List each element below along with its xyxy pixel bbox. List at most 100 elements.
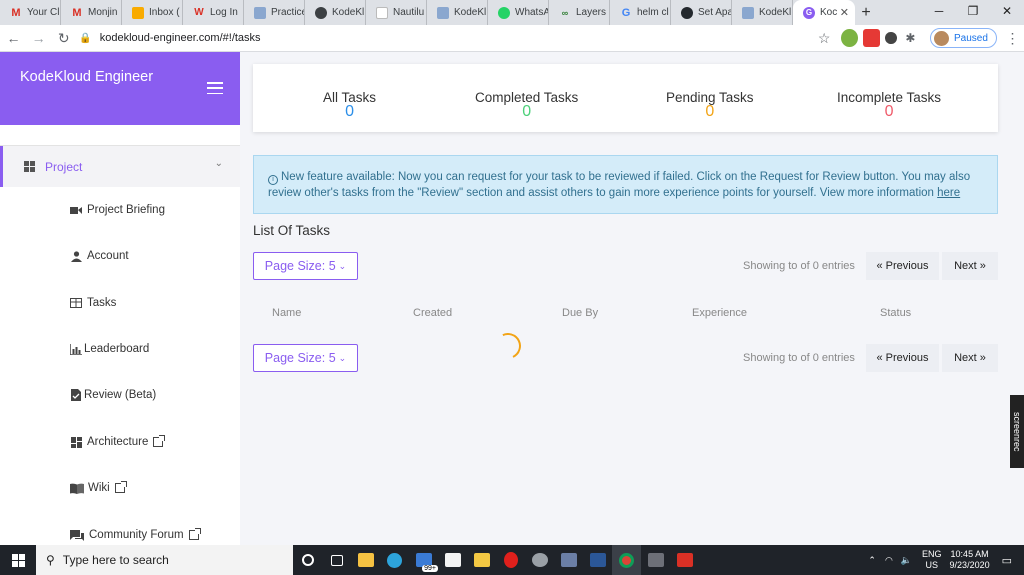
search-placeholder: Type here to search — [62, 553, 169, 567]
column-header-name[interactable]: Name — [272, 307, 301, 319]
external-link-icon — [188, 528, 201, 540]
stat-pending-tasks: Pending Tasks 0 — [666, 90, 754, 121]
new-tab-button[interactable]: + — [855, 0, 877, 25]
sidebar-item-project-briefing[interactable]: Project Briefing — [70, 204, 165, 216]
sidebar-item-leaderboard[interactable]: Leaderboard — [70, 343, 149, 355]
browser-tab[interactable]: WhatsA — [488, 0, 549, 25]
sidebar-item-project[interactable]: Project ⌄ — [0, 146, 240, 187]
browser-tab[interactable]: Set Apa — [671, 0, 732, 25]
app-icon[interactable] — [525, 545, 554, 575]
tab-label: helm cl — [637, 7, 669, 18]
extension-icon[interactable] — [863, 29, 881, 47]
browser-tab[interactable]: Nautilu — [366, 0, 427, 25]
browser-tab[interactable]: M Monjin — [61, 0, 122, 25]
column-header-created[interactable]: Created — [413, 307, 452, 319]
google-icon: G — [621, 6, 631, 19]
extension-icon[interactable] — [840, 29, 859, 47]
minimize-icon[interactable]: ─ — [922, 0, 956, 22]
sidebar-item-account[interactable]: Account — [70, 250, 129, 262]
sidebar-item-wiki[interactable]: Wiki — [70, 481, 127, 494]
windows-start-icon[interactable] — [0, 545, 36, 575]
browser-tab[interactable]: Practice — [244, 0, 305, 25]
brand-title[interactable]: KodeKloud Engineer — [20, 69, 153, 85]
close-window-icon[interactable]: ✕ — [990, 0, 1024, 22]
sidebar-item-label: Project — [45, 159, 83, 174]
pdf-reader-icon[interactable] — [670, 545, 699, 575]
address-bar[interactable]: 🔒 kodekloud-engineer.com/#!/tasks — [79, 27, 810, 49]
taskbar-search[interactable]: ⚲ Type here to search — [36, 545, 293, 575]
windows-taskbar: ⚲ Type here to search 99+ ⌃ ◠ 🔈 ENG US 10… — [0, 545, 1024, 575]
reload-icon[interactable]: ↻ — [52, 26, 75, 50]
browser-tab-active[interactable]: G Koc ✕ — [793, 0, 855, 25]
restore-icon[interactable]: ❐ — [956, 0, 990, 22]
opera-icon[interactable] — [496, 545, 525, 575]
chevron-down-icon: ⌄ — [338, 352, 347, 363]
browser-tab[interactable]: W Log In — [183, 0, 244, 25]
close-tab-icon[interactable]: ✕ — [840, 6, 849, 19]
back-icon[interactable]: ← — [2, 26, 25, 50]
gmail-icon: M — [11, 6, 21, 19]
next-button[interactable]: Next » — [942, 344, 998, 372]
notification-icon[interactable]: ▭ — [1002, 554, 1012, 567]
sidebar-item-label: Wiki — [88, 482, 110, 494]
sidebar-item-architecture[interactable]: Architecture — [70, 435, 166, 448]
sidebar-item-tasks[interactable]: Tasks — [70, 297, 116, 309]
network-app-icon[interactable] — [554, 545, 583, 575]
bookmark-star-icon[interactable]: ☆ — [813, 26, 836, 50]
column-header-due-by[interactable]: Due By — [562, 307, 598, 319]
sidebar-item-community-forum[interactable]: Community Forum — [70, 528, 201, 541]
menu-dots-icon[interactable]: ⋮ — [1001, 26, 1024, 50]
tab-label: KodeKl — [454, 7, 487, 18]
column-header-experience[interactable]: Experience — [692, 307, 747, 319]
sidebar-item-label: Account — [87, 250, 129, 262]
word-icon[interactable] — [583, 545, 612, 575]
paint-icon[interactable] — [351, 545, 380, 575]
sidebar-item-label: Leaderboard — [84, 343, 150, 355]
wifi-icon[interactable]: ◠ — [885, 555, 893, 566]
url-text: kodekloud-engineer.com/#!/tasks — [99, 32, 261, 44]
browser-tab[interactable]: Inbox ( — [122, 0, 183, 25]
profile-button[interactable]: Paused — [930, 28, 997, 48]
file-explorer-icon[interactable] — [467, 545, 496, 575]
tab-label: Log In — [210, 7, 238, 18]
screenrec-watermark: screenrec — [1010, 395, 1024, 468]
browser-tab[interactable]: Ghelm cl — [610, 0, 671, 25]
puzzle-icon[interactable]: ✱ — [899, 26, 922, 50]
column-header-status[interactable]: Status — [880, 307, 911, 319]
previous-button[interactable]: « Previous — [866, 252, 939, 280]
chrome-icon[interactable] — [612, 545, 641, 575]
more-info-link[interactable]: here — [937, 187, 960, 199]
browser-tab[interactable]: KodeKl — [732, 0, 793, 25]
clock[interactable]: 10:45 AM 9/23/2020 — [950, 549, 990, 571]
stat-incomplete-tasks: Incomplete Tasks 0 — [837, 90, 941, 121]
page-size-label: Page Size: 5 — [264, 351, 336, 365]
mail-icon[interactable]: 99+ — [409, 545, 438, 575]
chevron-down-icon: ⌄ — [214, 158, 223, 169]
extension-icon[interactable] — [885, 32, 897, 44]
sidebar-item-review[interactable]: Review (Beta) — [70, 389, 156, 401]
browser-tab[interactable]: KodeKl — [305, 0, 366, 25]
browser-tab[interactable]: ∞ Layers — [549, 0, 610, 25]
lang-code: ENG — [922, 549, 942, 559]
store-icon[interactable] — [438, 545, 467, 575]
loading-spinner — [491, 329, 525, 363]
info-text: New feature available: Now you can reque… — [268, 171, 971, 199]
volume-icon[interactable]: 🔈 — [901, 555, 912, 566]
chevron-up-icon[interactable]: ⌃ — [868, 555, 876, 566]
calculator-icon[interactable] — [641, 545, 670, 575]
sidebar-item-label: Review (Beta) — [84, 389, 157, 401]
hamburger-menu-icon[interactable] — [207, 82, 223, 94]
browser-tab[interactable]: KodeKl — [427, 0, 488, 25]
task-view-icon[interactable] — [322, 545, 351, 575]
browser-tab[interactable]: M Your Cl — [0, 0, 61, 25]
page-size-dropdown-bottom[interactable]: Page Size: 5 ⌄ — [253, 344, 358, 372]
site-icon — [254, 6, 266, 19]
forward-icon[interactable]: → — [27, 26, 50, 50]
edge-icon[interactable] — [380, 545, 409, 575]
w-icon: W — [194, 7, 204, 18]
page-size-dropdown[interactable]: Page Size: 5 ⌄ — [253, 252, 358, 280]
next-button[interactable]: Next » — [942, 252, 998, 280]
language-indicator[interactable]: ENG US — [922, 549, 942, 571]
cortana-icon[interactable] — [293, 545, 322, 575]
previous-button[interactable]: « Previous — [866, 344, 939, 372]
